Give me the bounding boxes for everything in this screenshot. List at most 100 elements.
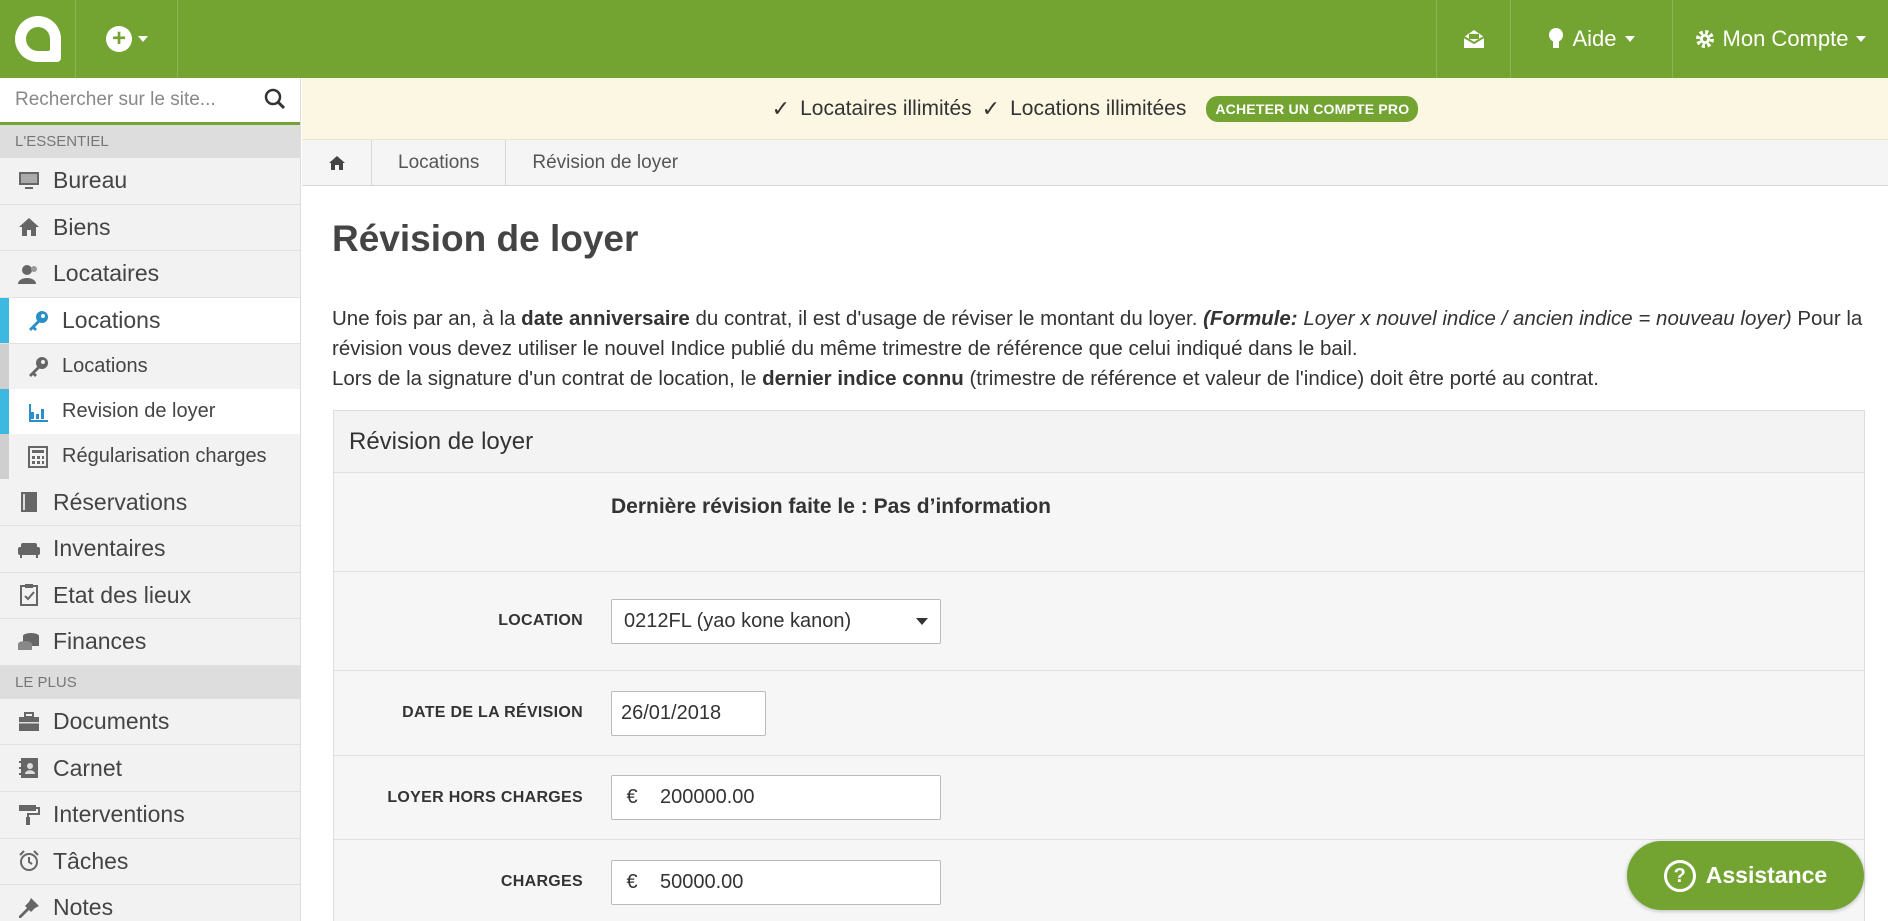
buy-pro-button[interactable]: ACHETER UN COMPTE PRO	[1206, 95, 1419, 122]
sidebar-item-inventaires[interactable]: Inventaires	[0, 526, 300, 573]
charges-label: CHARGES	[500, 873, 583, 890]
bar-chart-icon	[29, 403, 48, 422]
breadcrumb-current: Révision de loyer	[532, 151, 679, 173]
clipboard-check-icon	[20, 584, 38, 607]
form-row-date: DATE DE LA RÉVISION 26/01/2018	[334, 671, 1864, 756]
sidebar-item-label: Notes	[53, 894, 114, 921]
sidebar-item-label: Biens	[53, 213, 111, 240]
sidebar-item-etat-des-lieux[interactable]: Etat des lieux	[0, 573, 300, 620]
sidebar-subitem-label: Régularisation charges	[62, 445, 267, 468]
sidebar-subitem-regularisation[interactable]: Régularisation charges	[0, 434, 300, 480]
messages-button[interactable]	[1436, 0, 1510, 78]
intro-text: Une fois par an, à la date anniversaire …	[332, 304, 1864, 394]
assistance-label: Assistance	[1705, 862, 1828, 888]
sidebar-item-biens[interactable]: Biens	[0, 205, 300, 252]
sidebar-item-label: Locations	[62, 307, 161, 334]
section-essentiel: L'ESSENTIEL	[0, 125, 300, 158]
location-select[interactable]: 0212FL (yao kone kanon)	[611, 598, 941, 644]
breadcrumb-home[interactable]	[302, 139, 372, 186]
form-row-loyer: LOYER HORS CHARGES € 200000.00	[334, 756, 1864, 840]
sidebar-item-documents[interactable]: Documents	[0, 699, 300, 746]
form-row-location: LOCATION 0212FL (yao kone kanon)	[334, 572, 1864, 671]
sofa-icon	[18, 542, 40, 558]
sidebar-subitem-label: Locations	[62, 355, 148, 378]
add-menu-button[interactable]: +	[77, 0, 178, 78]
caret-down-icon	[138, 36, 148, 42]
sidebar-item-interventions[interactable]: Interventions	[0, 792, 300, 839]
intro-text-part: (trimestre de référence et valeur de l'i…	[963, 367, 1599, 390]
location-label: LOCATION	[498, 612, 583, 629]
charges-value: 50000.00	[660, 870, 744, 893]
help-menu-button[interactable]: Aide	[1510, 0, 1672, 78]
app-logo[interactable]	[0, 0, 76, 78]
sidebar-item-label: Locataires	[53, 260, 160, 287]
sidebar-item-notes[interactable]: Notes	[0, 885, 300, 921]
intro-text-part: du contrat, il est d'usage de réviser le…	[689, 307, 1204, 330]
euro-icon: €	[626, 870, 638, 893]
lightbulb-icon	[1549, 28, 1564, 48]
charges-input[interactable]: € 50000.00	[611, 859, 941, 905]
sidebar-item-bureau[interactable]: Bureau	[0, 158, 300, 205]
account-label: Mon Compte	[1722, 26, 1849, 51]
loyer-label: LOYER HORS CHARGES	[387, 788, 583, 806]
account-menu-button[interactable]: Mon Compte	[1672, 0, 1888, 78]
location-select-value: 0212FL (yao kone kanon)	[624, 609, 852, 632]
sidebar-item-locataires[interactable]: Locataires	[0, 251, 300, 298]
pin-icon	[19, 897, 39, 918]
promo-item-locations: Locations illimitées	[1010, 96, 1187, 120]
date-input[interactable]: 26/01/2018	[611, 690, 766, 736]
plus-circle-icon: +	[106, 26, 132, 52]
revision-panel: Révision de loyer Dernière révision fait…	[333, 410, 1865, 921]
intro-formula: Loyer x nouvel indice / ancien indice = …	[1297, 307, 1792, 330]
intro-bold: date anniversaire	[521, 307, 690, 330]
key-icon	[29, 356, 48, 377]
coins-icon	[18, 632, 39, 650]
caret-down-icon	[916, 617, 928, 625]
sidebar-item-finances[interactable]: Finances	[0, 619, 300, 666]
home-icon	[328, 155, 345, 170]
sidebar-item-label: Interventions	[53, 801, 185, 828]
search-icon[interactable]	[264, 88, 286, 110]
sidebar-subitem-label: Revision de loyer	[62, 400, 216, 423]
page-title: Révision de loyer	[332, 218, 639, 259]
sidebar-item-label: Finances	[53, 628, 147, 655]
caret-down-icon	[1624, 36, 1635, 42]
sidebar-item-label: Bureau	[53, 167, 128, 194]
help-label: Aide	[1572, 26, 1617, 51]
key-icon	[29, 310, 48, 331]
sidebar-item-carnet[interactable]: Carnet	[0, 745, 300, 792]
sidebar-item-taches[interactable]: Tâches	[0, 839, 300, 886]
sidebar-item-label: Réservations	[53, 488, 188, 515]
check-icon: ✓	[771, 95, 791, 121]
sidebar-item-label: Inventaires	[53, 535, 166, 562]
sidebar-subitem-locations[interactable]: Locations	[0, 344, 300, 390]
address-book-icon	[19, 758, 38, 779]
book-icon	[21, 492, 37, 513]
search-input[interactable]	[0, 78, 255, 122]
sidebar-item-reservations[interactable]: Réservations	[0, 479, 300, 526]
assistance-button[interactable]: ? Assistance	[1627, 841, 1864, 910]
sidebar-subitem-revision-loyer[interactable]: Revision de loyer	[0, 389, 300, 435]
loyer-value: 200000.00	[660, 786, 755, 808]
promo-banner: ✓ Locataires illimités ✓ Locations illim…	[302, 78, 1888, 140]
check-icon: ✓	[981, 95, 1001, 121]
breadcrumb: Locations Révision de loyer	[302, 139, 1888, 186]
breadcrumb-locations[interactable]: Locations	[372, 139, 507, 186]
intro-text-part: Une fois par an, à la	[332, 307, 522, 330]
euro-icon: €	[626, 786, 638, 808]
users-icon	[18, 264, 37, 284]
promo-item-locataires: Locataires illimités	[800, 96, 972, 120]
sidebar-item-label: Etat des lieux	[53, 581, 192, 608]
main-content: Révision de loyer Une fois par an, à la …	[332, 186, 1864, 394]
section-plus: LE PLUS	[0, 665, 300, 699]
sidebar-item-label: Tâches	[53, 847, 129, 874]
sidebar-item-label: Carnet	[53, 754, 123, 781]
last-revision-text: Dernière révision faite le : Pas d’infor…	[334, 473, 1864, 572]
sidebar-item-label: Documents	[53, 708, 170, 735]
sidebar-search	[0, 78, 300, 125]
desktop-icon	[19, 171, 39, 189]
sidebar-item-locations[interactable]: Locations	[0, 297, 300, 345]
panel-title: Révision de loyer	[334, 411, 1864, 473]
loyer-input[interactable]: € 200000.00	[611, 775, 941, 820]
intro-formula-label: (Formule:	[1203, 307, 1298, 330]
